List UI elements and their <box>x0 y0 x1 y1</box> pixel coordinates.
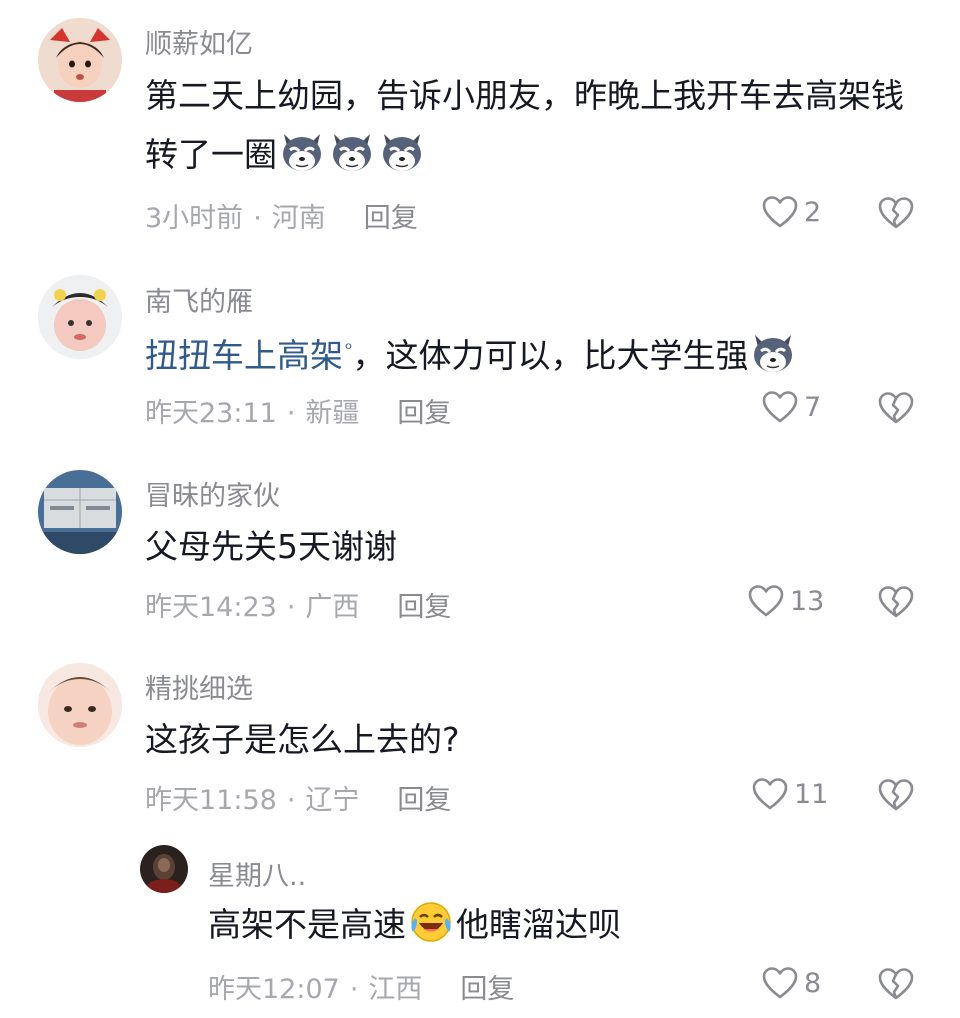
avatar[interactable] <box>38 18 122 102</box>
comment-meta: 昨天11:58 · 辽宁 回复 <box>145 778 451 817</box>
dislike-button[interactable] <box>878 196 914 234</box>
username[interactable]: 星期八.. <box>208 854 306 893</box>
location: 广西 <box>305 592 360 623</box>
avatar[interactable] <box>38 663 122 747</box>
dislike-button[interactable] <box>878 967 914 1005</box>
search-link[interactable]: 扭扭车上高架 <box>145 336 343 375</box>
reply-button[interactable]: 回复 <box>397 398 451 429</box>
comment-text: 父母先关5天谢谢 <box>145 517 925 576</box>
like-count: 11 <box>794 778 829 810</box>
meta-separator: · <box>286 785 296 816</box>
wolf-emoji <box>749 329 797 377</box>
comment-text-body: 他瞎溜达呗 <box>456 905 621 944</box>
avatar-image <box>38 470 122 554</box>
like-button[interactable]: 11 <box>752 777 828 811</box>
meta-separator: · <box>286 592 296 623</box>
broken-heart-icon <box>878 196 914 230</box>
broken-heart-icon <box>878 391 914 425</box>
heart-icon <box>762 195 798 229</box>
comment-text-body: 第二天上幼园，告诉小朋友，昨晚上我开车去高架钱转了一圈 <box>145 76 904 174</box>
broken-heart-icon <box>878 778 914 812</box>
username[interactable]: 精挑细选 <box>145 667 253 706</box>
dislike-button[interactable] <box>878 778 914 816</box>
wolf-emoji <box>378 128 426 176</box>
comment-meta: 3小时前 · 河南 回复 <box>145 196 418 235</box>
timestamp: 昨天14:23 <box>145 592 277 623</box>
like-button[interactable]: 13 <box>748 584 824 618</box>
like-count: 2 <box>804 196 822 228</box>
comment-meta: 昨天14:23 · 广西 回复 <box>145 585 451 624</box>
meta-separator: · <box>286 398 296 429</box>
timestamp: 3小时前 <box>145 203 244 234</box>
location: 辽宁 <box>305 785 360 816</box>
comment-text: 扭扭车上高架 ᵒ，这体力可以，比大学生强 <box>145 320 925 385</box>
heart-icon <box>762 390 798 424</box>
username[interactable]: 冒昧的家伙 <box>145 474 280 513</box>
comment-text-body: 父母先关5天谢谢 <box>145 527 397 566</box>
location: 江西 <box>368 974 423 1005</box>
wolf-emoji <box>328 128 376 176</box>
like-button[interactable]: 8 <box>762 966 821 1000</box>
avatar[interactable] <box>38 275 122 359</box>
dislike-button[interactable] <box>878 391 914 429</box>
like-button[interactable]: 2 <box>762 195 821 229</box>
timestamp: 昨天11:58 <box>145 785 277 816</box>
dislike-button[interactable] <box>878 585 914 623</box>
laugh-cry-emoji <box>407 898 455 946</box>
meta-separator: · <box>253 203 262 234</box>
like-count: 13 <box>790 585 825 617</box>
comment-meta: 昨天23:11 · 新疆 回复 <box>145 391 451 430</box>
meta-separator: · <box>349 974 359 1005</box>
username[interactable]: 顺薪如亿 <box>145 22 253 61</box>
reply-button[interactable]: 回复 <box>460 974 514 1005</box>
username[interactable]: 南飞的雁 <box>145 280 253 319</box>
comment-text-body: ，这体力可以，比大学生强 <box>352 336 749 375</box>
broken-heart-icon <box>878 967 914 1001</box>
avatar[interactable] <box>140 845 188 893</box>
avatar-image <box>38 18 122 102</box>
broken-heart-icon <box>878 585 914 619</box>
heart-icon <box>762 966 798 1000</box>
heart-icon <box>752 777 788 811</box>
comment-meta: 昨天12:07 · 江西 回复 <box>208 967 514 1006</box>
reply-button[interactable]: 回复 <box>397 592 451 623</box>
heart-icon <box>748 584 784 618</box>
timestamp: 昨天23:11 <box>145 398 277 429</box>
reply-button[interactable]: 回复 <box>397 785 451 816</box>
comment-text: 这孩子是怎么上去的? <box>145 710 925 769</box>
reply-button[interactable]: 回复 <box>364 203 418 234</box>
comment-text: 第二天上幼园，告诉小朋友，昨晚上我开车去高架钱转了一圈 <box>145 66 925 184</box>
location: 新疆 <box>305 398 360 429</box>
location: 河南 <box>271 203 326 234</box>
avatar[interactable] <box>38 470 122 554</box>
comment-text-body: 这孩子是怎么上去的? <box>145 720 460 759</box>
comment-text: 高架不是高速 他瞎溜达呗 <box>208 895 928 954</box>
comment-text-body: 高架不是高速 <box>208 905 406 944</box>
wolf-emoji <box>278 128 326 176</box>
like-count: 7 <box>804 391 822 423</box>
avatar-image <box>38 275 122 359</box>
avatar-image <box>38 663 122 747</box>
avatar-image <box>140 845 188 893</box>
timestamp: 昨天12:07 <box>208 974 340 1005</box>
like-button[interactable]: 7 <box>762 390 821 424</box>
like-count: 8 <box>804 967 822 999</box>
